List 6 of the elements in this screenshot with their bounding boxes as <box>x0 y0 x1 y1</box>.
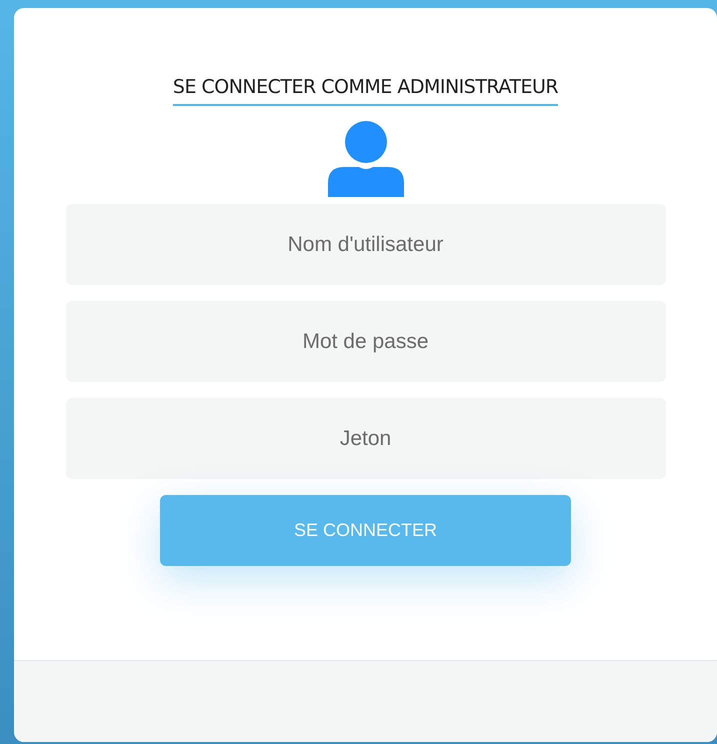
input-field[interactable]: Mot de passe <box>66 301 666 382</box>
user-icon <box>328 121 404 197</box>
input-field[interactable]: Jeton <box>66 398 666 479</box>
login-button[interactable]: SE CONNECTER <box>160 495 571 566</box>
input-field[interactable]: Nom d'utilisateur <box>66 204 666 285</box>
login-heading: SE CONNECTER COMME ADMINISTRATEUR <box>172 76 558 106</box>
